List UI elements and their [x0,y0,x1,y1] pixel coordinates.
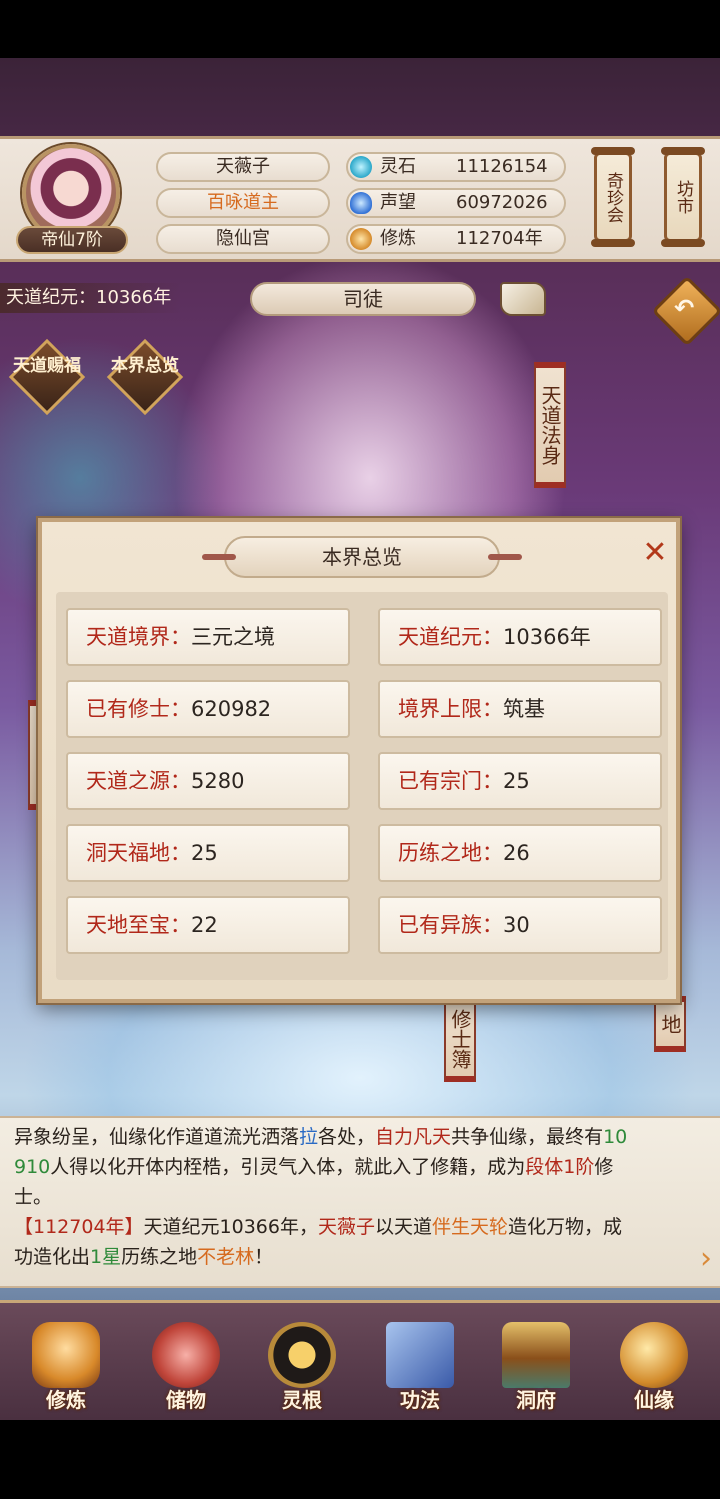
navigation-bar-area [0,1420,720,1499]
button-label: 本界总览 [111,356,179,376]
player-title[interactable]: 百咏道主 [156,188,330,218]
diamond-frame [106,338,184,416]
meditate-icon [32,1322,100,1388]
nav-label: 储物 [166,1388,206,1412]
nav-item-cave-abode[interactable]: 洞府 [486,1318,586,1418]
storage-icon [152,1322,220,1388]
stat-value: 22 [191,913,218,937]
stat-value: 25 [191,841,218,865]
stat-key: 天地至宝： [86,913,191,937]
stat-value: 30 [503,913,530,937]
stats-grid: 天道境界：三元之境 天道纪元：10366年 已有修士：620982 境界上限：筑… [56,592,668,980]
nav-label: 灵根 [282,1388,322,1412]
stat-treasures: 天地至宝：22 [66,896,350,954]
log-line: 功造化出1星历练之地不老林！ [14,1246,274,1268]
nav-item-storage[interactable]: 储物 [136,1318,236,1418]
stat-value: 三元之境 [191,625,275,649]
stat-era: 天道纪元：10366年 [378,608,662,666]
stat-value: 筑基 [503,697,545,721]
treasure-auction-button[interactable]: 奇珍会 [591,147,635,247]
stat-value: 26 [503,841,530,865]
resource-cultivation: 修炼 112704年 [346,224,566,254]
cultivator-register-scroll[interactable]: 修士簿 [444,996,476,1082]
nav-label: 功法 [400,1388,440,1412]
nav-label: 洞府 [516,1388,556,1412]
stat-sects: 已有宗门：25 [378,752,662,810]
stat-key: 已有修士： [86,697,191,721]
resource-spirit-stone: 灵石 11126154 [346,152,566,182]
market-button[interactable]: 坊市 [661,147,705,247]
rank-badge: 帝仙7阶 [16,226,128,254]
stat-key: 已有宗门： [398,769,503,793]
dialog-title: 本界总览 [202,536,522,578]
resource-label: 灵石 [380,156,416,177]
nav-item-skills[interactable]: 功法 [370,1318,470,1418]
stat-key: 天道之源： [86,769,191,793]
log-line: 910人得以化开体内桎梏，引灵气入体，就此入了修籍，成为段体1阶修 [14,1156,614,1178]
stat-key: 已有异族： [398,913,503,937]
resource-value: 112704年 [456,228,543,249]
stat-value: 5280 [191,769,245,793]
stat-cultivators: 已有修士：620982 [66,680,350,738]
player-name: 天薇子 [156,152,330,182]
page-title: 司徒 [250,282,476,316]
player-sect: 隐仙宫 [156,224,330,254]
back-arrow-icon: ↶ [674,294,695,323]
stat-key: 境界上限： [398,697,503,721]
reputation-icon [350,192,372,214]
nav-item-spirit-root[interactable]: 灵根 [252,1318,352,1418]
stat-heaven-realm: 天道境界：三元之境 [66,608,350,666]
stat-key: 天道纪元： [398,625,503,649]
chevron-right-icon[interactable]: › [700,1244,712,1274]
heavenly-blessing-button[interactable]: 天道赐福 [8,338,86,416]
cultivation-icon [350,228,372,250]
era-label: 天道纪元：10366年 [0,283,182,313]
stat-value: 620982 [191,697,272,721]
nav-label: 仙缘 [634,1388,674,1412]
realm-overview-button[interactable]: 本界总览 [106,338,184,416]
resource-reputation: 声望 60972026 [346,188,566,218]
stat-heaven-source: 天道之源：5280 [66,752,350,810]
resource-value: 11126154 [456,156,548,177]
realm-overview-dialog: 本界总览 ✕ 天道境界：三元之境 天道纪元：10366年 已有修士：620982… [38,518,680,1003]
stat-value: 10366年 [503,625,591,649]
stat-realm-cap: 境界上限：筑基 [378,680,662,738]
dharma-body-scroll[interactable]: 天道法身 [534,362,566,488]
event-log[interactable]: 异象纷呈，仙缘化作道道流光洒落拉各处，自力凡天共争仙缘，最终有10 910人得以… [0,1116,720,1288]
cave-abode-icon [502,1322,570,1388]
right-scroll-partial[interactable]: 地 [654,996,686,1052]
stat-alien-races: 已有异族：30 [378,896,662,954]
stat-blessed-lands: 洞天福地：25 [66,824,350,882]
resource-value: 60972026 [456,192,548,213]
nav-item-fate[interactable]: 仙缘 [604,1318,704,1418]
spirit-stone-icon [350,156,372,178]
stat-training-grounds: 历练之地：26 [378,824,662,882]
button-label: 天道赐福 [13,356,81,376]
skill-book-icon [386,1322,454,1388]
stat-key: 天道境界： [86,625,191,649]
nav-item-meditate[interactable]: 修炼 [16,1318,116,1418]
resource-label: 声望 [380,192,416,213]
log-line: 士。 [14,1186,53,1208]
book-icon[interactable] [500,282,546,316]
close-icon[interactable]: ✕ [638,536,672,570]
stat-key: 历练之地： [398,841,503,865]
fate-icon [620,1322,688,1388]
log-line: 异象纷呈，仙缘化作道道流光洒落拉各处，自力凡天共争仙缘，最终有10 [14,1126,628,1148]
stat-value: 25 [503,769,530,793]
resource-label: 修炼 [380,228,416,249]
stat-key: 洞天福地： [86,841,191,865]
log-line: 【112704年】天道纪元10366年，天薇子以天道伴生天轮造化万物，成 [14,1216,623,1238]
diamond-frame [8,338,86,416]
status-bar [0,0,720,58]
nav-label: 修炼 [46,1388,86,1412]
spirit-root-icon [268,1322,336,1388]
